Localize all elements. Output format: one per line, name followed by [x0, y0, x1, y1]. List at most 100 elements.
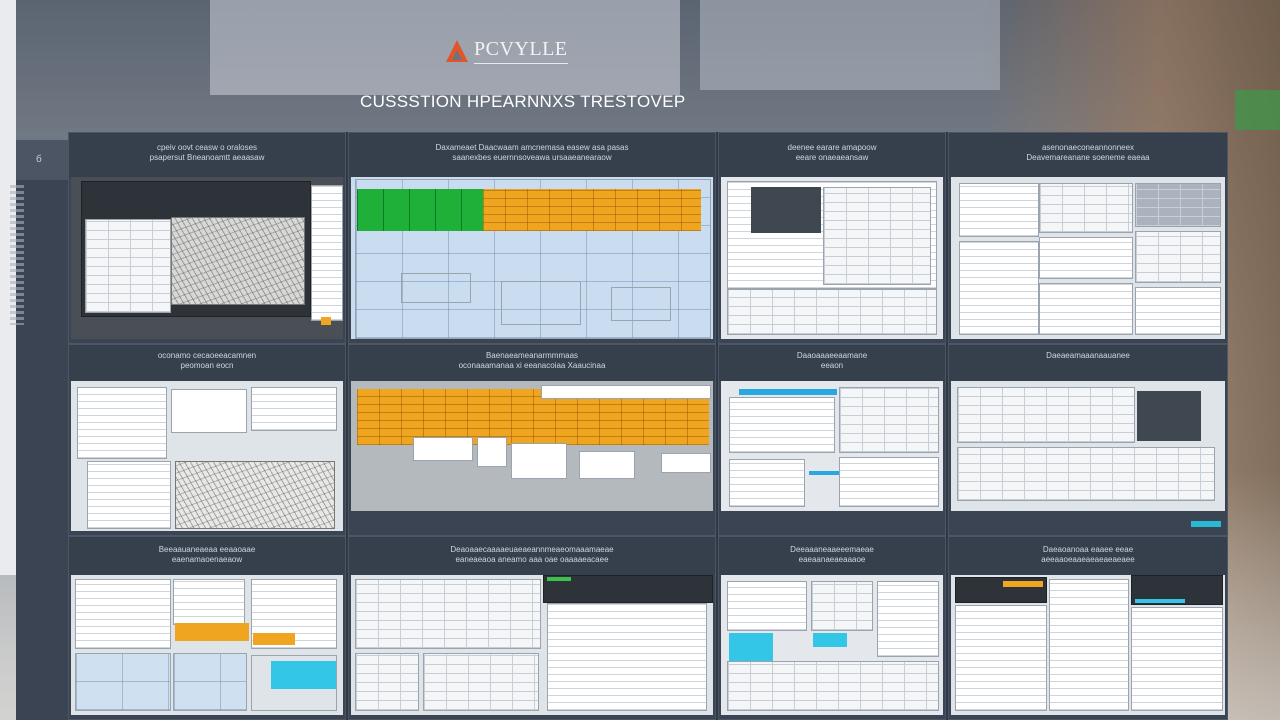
doc-window: [729, 459, 805, 507]
diagram-box: [501, 281, 581, 325]
panel-header: Beeaauaneaeaa eeaaoaae eaenamaoenaeaow: [69, 537, 345, 575]
panel-thumbnail: [721, 177, 943, 339]
panel-title: Beeaauaneaeaa eeaaoaae: [158, 545, 256, 554]
doc-window: [1049, 579, 1129, 711]
panel-footer: [351, 511, 713, 531]
note-card: [413, 437, 473, 461]
panel-header: Daeaoanoaa eaaee eeae aeeaaoeaaeaeaeaeae…: [949, 537, 1227, 575]
panel-card[interactable]: oconamo cecaoeeacamnen peomoan eocn: [68, 344, 346, 536]
panel-header: deenee earare amapoow eeare onaeaeansaw: [719, 133, 945, 177]
doc-window: [77, 387, 167, 459]
logo-text: PCVYLLE: [474, 38, 568, 64]
panel-card[interactable]: Deeaaaneaaeeemaeae eaeaanaeaeaaaoe: [718, 536, 946, 720]
panel-title: Daaoaaaeeaamane: [796, 351, 868, 360]
doc-window: [959, 183, 1039, 237]
dark-panel: [751, 187, 821, 233]
highlight-bar: [729, 633, 773, 663]
doc-window: [251, 655, 337, 711]
panel-subtitle: eaeaanaeaeaaaoe: [798, 555, 866, 564]
panel-thumbnail: [951, 381, 1225, 531]
panel-card[interactable]: cpeiv oovt ceasw o oraloses psapersut Bn…: [68, 132, 346, 344]
doc-window: [1039, 237, 1133, 279]
sheet-window: [727, 661, 939, 711]
panel-title: Daeaoanoaa eaaee eeae: [1042, 545, 1134, 554]
panel-footer: [951, 511, 1225, 531]
doc-window: [87, 461, 171, 529]
doc-window: [75, 579, 171, 649]
panel-subtitle: oconaaamanaa xi eeanacoiaa Xaaucinaa: [458, 361, 606, 370]
panel-card[interactable]: asenonaeconeannonneex Deavemareanane soe…: [948, 132, 1228, 344]
panel-card[interactable]: deenee earare amapoow eeare onaeaeansaw: [718, 132, 946, 344]
note-card: [579, 451, 635, 479]
panel-title: Baenaeameanarmmmaas: [485, 351, 579, 360]
panel-thumbnail: [71, 575, 343, 715]
sheet-window: [355, 579, 541, 649]
panel-card[interactable]: Daaoaaaeeaamane eeaon: [718, 344, 946, 536]
panel-header: asenonaeconeannonneex Deavemareanane soe…: [949, 133, 1227, 177]
background-screen: [210, 0, 680, 95]
panel-title: asenonaeconeannonneex: [1041, 143, 1135, 152]
panel-subtitle: aeeaaoeaaeaeaeaeaeaee: [1041, 555, 1135, 564]
doc-window: [547, 603, 707, 711]
sheet-window: [1039, 183, 1133, 233]
status-bar: [547, 577, 571, 581]
sheet-window: [823, 187, 931, 285]
doc-window: [1131, 607, 1223, 711]
sheet-window: [727, 289, 937, 335]
doc-window: [877, 581, 939, 657]
page-headline: CUSSSTION HPEARNNXS TRESTOVEP: [360, 92, 686, 111]
panel-card[interactable]: Daeaoanoaa eaaee eeae aeeaaoeaaeaeaeaeae…: [948, 536, 1228, 720]
selection-bar: [1135, 599, 1185, 603]
panel-thumbnail: [351, 177, 713, 339]
panel-subtitle: eeare onaeaeansaw: [795, 153, 869, 162]
left-rail-bar: [16, 140, 68, 180]
sheet-window: [811, 581, 873, 631]
highlight-bar: [813, 633, 847, 647]
logo[interactable]: PCVYLLE: [446, 36, 568, 66]
panel-title: deenee earare amapoow: [787, 143, 877, 152]
doc-window: [959, 241, 1039, 335]
doc-window: [171, 389, 247, 433]
doc-window: [173, 579, 245, 625]
panel-thumbnail: [951, 177, 1225, 339]
diagram-box: [401, 273, 471, 303]
panel-thumbnail: [721, 381, 943, 531]
status-dot: [321, 317, 331, 325]
panel-card[interactable]: Daxameaet Daacwaam amcnemasa easew asa p…: [348, 132, 716, 344]
panel-thumbnail: [71, 381, 343, 531]
panel-header: Deaoaaecaaaaeuaeaeannmeaeomaaamaeae eane…: [349, 537, 715, 575]
panel-thumbnail: [351, 381, 713, 531]
panel-title: Daxameaet Daacwaam amcnemasa easew asa p…: [435, 143, 629, 152]
sketch-window: [175, 461, 335, 529]
sheet-window: [957, 447, 1215, 501]
blueprint-window: [75, 653, 171, 711]
orange-sheet: [483, 189, 701, 231]
sheet-window: [423, 653, 539, 711]
selection-bar: [739, 389, 837, 395]
toolbar-strip: [541, 385, 711, 399]
screenshot-grid: cpeiv oovt ceasw o oraloses psapersut Bn…: [68, 132, 1228, 720]
background-accent: [1235, 90, 1280, 130]
panel-header: Daxameaet Daacwaam amcnemasa easew asa p…: [349, 133, 715, 177]
selection-bar: [809, 471, 839, 475]
panel-card[interactable]: Daeaeamaaanaauanee: [948, 344, 1228, 536]
panel-subtitle: eeaon: [820, 361, 844, 370]
panel-title: Daeaeamaaanaauanee: [1046, 351, 1130, 360]
note-card: [511, 443, 567, 479]
background-screen: [700, 0, 1000, 90]
panel-subtitle: eaenamaoenaeaow: [171, 555, 243, 564]
highlight-bar: [175, 623, 249, 641]
vertical-label: [10, 185, 24, 325]
panel-card[interactable]: Baenaeameanarmmmaas oconaaamanaa xi eean…: [348, 344, 716, 536]
panel-card[interactable]: Deaoaaecaaaaeuaeaeannmeaeomaaamaeae eane…: [348, 536, 716, 720]
doc-window: [729, 397, 835, 453]
panel-header: cpeiv oovt ceasw o oraloses psapersut Bn…: [69, 133, 345, 177]
panel-thumbnail: [71, 177, 343, 339]
dark-panel: [1137, 391, 1201, 441]
green-sheet: [357, 189, 483, 231]
panel-thumbnail: [351, 575, 713, 715]
panel-card[interactable]: Beeaauaneaeaa eeaaoaae eaenamaoenaeaow: [68, 536, 346, 720]
panel-subtitle: saanexbes euernnsoveawa ursaaeanearaow: [452, 153, 612, 162]
left-rail-glyph: б: [36, 154, 42, 165]
panel-title: Deeaaaneaaeeemaeae: [790, 545, 874, 554]
